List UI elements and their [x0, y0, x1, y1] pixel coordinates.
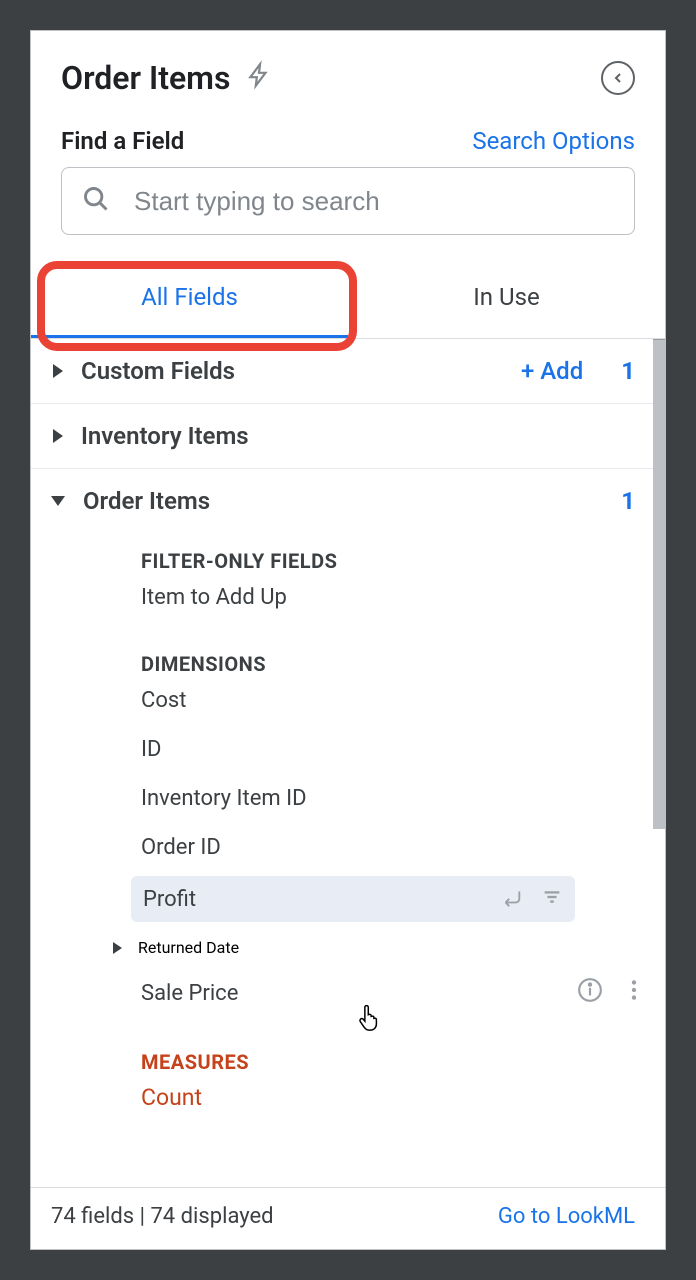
- kebab-menu-icon[interactable]: [621, 977, 647, 1007]
- section-custom-fields[interactable]: Custom Fields + Add 1: [31, 339, 665, 404]
- panel-header: Order Items: [31, 31, 665, 107]
- field-list-content: Custom Fields + Add 1 Inventory Items Or…: [31, 339, 665, 1187]
- collapse-left-icon[interactable]: [601, 61, 635, 95]
- lightning-icon[interactable]: [246, 60, 272, 97]
- section-label: Custom Fields: [81, 357, 235, 385]
- field-cost[interactable]: Cost: [141, 676, 665, 725]
- field-item-to-add-up[interactable]: Item to Add Up: [141, 573, 665, 622]
- chevron-right-icon[interactable]: [53, 429, 63, 443]
- field-profit[interactable]: Profit: [131, 876, 575, 922]
- filter-icon[interactable]: [541, 886, 563, 912]
- field-returned-date[interactable]: Returned Date: [31, 926, 665, 969]
- chevron-down-icon[interactable]: [51, 496, 65, 506]
- tab-in-use[interactable]: In Use: [348, 255, 665, 338]
- dimensions-heading: DIMENSIONS: [141, 652, 665, 676]
- field-label: Profit: [143, 887, 196, 912]
- scrollbar[interactable]: [653, 339, 665, 829]
- pivot-icon[interactable]: [501, 886, 523, 912]
- section-inventory-items[interactable]: Inventory Items: [31, 404, 665, 469]
- search-input[interactable]: [134, 186, 614, 217]
- section-order-items[interactable]: Order Items 1: [31, 469, 665, 533]
- measures-heading: MEASURES: [141, 1050, 665, 1074]
- order-items-count: 1: [621, 487, 635, 515]
- field-label: Returned Date: [138, 938, 239, 957]
- search-options-link[interactable]: Search Options: [472, 127, 635, 155]
- filter-only-heading: FILTER-ONLY FIELDS: [141, 549, 665, 573]
- field-count[interactable]: Count: [141, 1074, 665, 1117]
- section-label: Order Items: [83, 487, 210, 515]
- page-title: Order Items: [61, 59, 230, 97]
- tab-all-fields[interactable]: All Fields: [31, 255, 348, 338]
- search-box[interactable]: [61, 167, 635, 235]
- chevron-right-icon[interactable]: [113, 942, 122, 954]
- cursor-pointer-icon: [356, 1001, 384, 1039]
- find-field-row: Find a Field Search Options: [31, 107, 665, 167]
- chevron-right-icon[interactable]: [53, 364, 63, 378]
- field-order-id[interactable]: Order ID: [141, 823, 665, 872]
- add-custom-field-link[interactable]: + Add: [521, 357, 583, 385]
- section-label: Inventory Items: [81, 422, 249, 450]
- go-to-lookml-link[interactable]: Go to LookML: [498, 1204, 635, 1229]
- search-icon: [82, 185, 110, 217]
- field-picker-panel: Order Items Find a Field Search Options …: [30, 30, 666, 1250]
- field-row-extra-icons: [577, 977, 647, 1007]
- custom-fields-count: 1: [621, 357, 635, 385]
- tabs: All Fields In Use: [31, 255, 665, 339]
- field-inventory-item-id[interactable]: Inventory Item ID: [141, 774, 665, 823]
- fields-summary: 74 fields | 74 displayed: [51, 1204, 274, 1229]
- find-field-label: Find a Field: [61, 127, 184, 155]
- info-icon[interactable]: [577, 977, 603, 1007]
- field-id[interactable]: ID: [141, 725, 665, 774]
- panel-footer: 74 fields | 74 displayed Go to LookML: [31, 1187, 665, 1249]
